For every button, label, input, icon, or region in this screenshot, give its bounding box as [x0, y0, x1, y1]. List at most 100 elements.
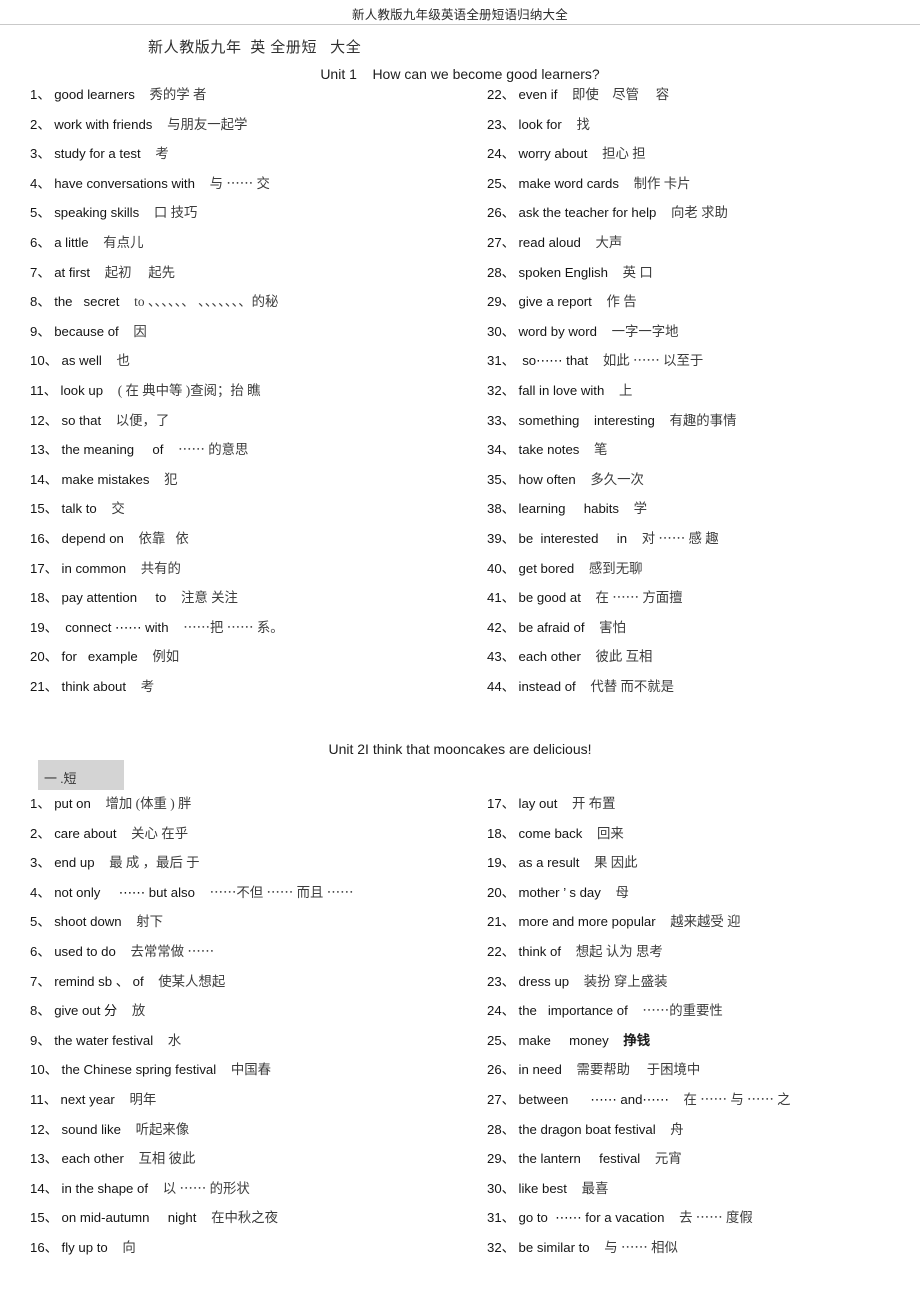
phrase-row: 7、 remind sb 、 of 使某人想起 — [30, 974, 470, 1005]
phrase-gloss: 听起来像 — [135, 1121, 190, 1137]
phrase-number: 11、 — [30, 382, 61, 398]
phrase-term: how often — [518, 471, 591, 487]
phrase-term: the importance of — [518, 1003, 643, 1019]
phrase-term: learning habits — [518, 501, 634, 517]
phrase-gloss: 代替 而不就是 — [590, 678, 675, 694]
phrase-row: 16、 depend on 依靠 依 — [30, 531, 470, 562]
phrase-gloss: 向 — [122, 1239, 136, 1255]
phrase-term: end up — [54, 855, 110, 871]
phrase-term: the dragon boat festival — [518, 1121, 671, 1137]
phrase-number: 23、 — [487, 116, 519, 132]
phrase-row: 32、 fall in love with 上 — [487, 384, 907, 414]
phrase-row: 17、 lay out 开 布置 — [487, 797, 907, 827]
phrase-number: 16、 — [30, 1239, 62, 1255]
phrase-row: 7、 at first 起初 起先 — [30, 264, 470, 296]
phrase-row: 3、 study for a test 考 — [30, 147, 470, 177]
phrase-number: 2、 — [30, 825, 55, 841]
phrase-term: the water festival — [54, 1032, 168, 1048]
unit2-left-column: 1、 put on 增加 (体重 ) 胖 2、 care about 关心 在乎 3… — [30, 797, 470, 1271]
phrase-gloss: 越来越受 迎 — [670, 914, 741, 930]
phrase-term: talk to — [61, 501, 112, 517]
phrase-number: 11、 — [30, 1091, 61, 1107]
phrase-gloss: 元宵 — [654, 1151, 682, 1167]
phrase-gloss: 去常常做 ⋯⋯ — [130, 943, 215, 959]
phrase-gloss: 例如 — [152, 649, 180, 665]
phrase-term: speaking skills — [54, 205, 154, 221]
phrase-number: 19、 — [487, 855, 519, 871]
phrase-gloss: 考 — [155, 146, 169, 162]
phrase-gloss: 有点儿 — [103, 234, 144, 250]
phrase-gloss: 想起 认为 思考 — [575, 943, 663, 959]
phrase-gloss: 射下 — [136, 914, 164, 930]
phrase-term: shoot down — [54, 914, 137, 930]
phrase-term: put on — [54, 796, 106, 811]
phrase-row: 20、 for example 例如 — [30, 650, 470, 680]
phrase-row: 9、 the water festival 水 — [30, 1032, 470, 1064]
phrase-row: 18、 pay attention to 注意 关注 — [30, 591, 470, 621]
phrase-number: 5、 — [30, 914, 55, 930]
phrase-row: 40、 get bored 感到无聊 — [487, 561, 907, 592]
phrase-number: 6、 — [30, 234, 55, 250]
phrase-term: look up — [60, 382, 118, 398]
phrase-term: lay out — [518, 796, 573, 811]
phrase-row: 10、 the Chinese spring festival 中国春 — [30, 1063, 470, 1093]
phrase-row: 14、 in the shape of 以 ⋯⋯ 的形状 — [30, 1181, 470, 1212]
phrase-row: 10、 as well 也 — [30, 354, 470, 384]
phrase-row: 28、 the dragon boat festival 舟 — [487, 1121, 907, 1153]
phrase-gloss: 大声 — [595, 234, 623, 250]
unit1-left-column: 1、 good learners 秀的学 者 2、 work with frien… — [30, 88, 470, 709]
phrase-term: not only ⋯⋯ but also — [54, 884, 210, 900]
phrase-number: 8、 — [30, 1003, 55, 1019]
phrase-gloss: 交 — [111, 501, 125, 517]
phrase-term: fall in love with — [518, 382, 619, 398]
phrase-term: the Chinese spring festival — [61, 1062, 231, 1078]
phrase-row: 13、 each other 互相 彼此 — [30, 1152, 470, 1182]
phrase-row: 26、 ask the teacher for help 向老 求助 — [487, 206, 907, 236]
phrase-gloss: 舟 — [670, 1121, 684, 1137]
phrase-row: 20、 mother ’ s day 母 — [487, 884, 907, 916]
phrase-gloss: 共有的 — [140, 560, 181, 576]
document-title: 新人教版九年 英 全册短 大全 — [148, 40, 362, 56]
phrase-row: 21、 think about 考 — [30, 679, 470, 710]
unit2-right-column: 17、 lay out 开 布置 18、 come back 回来 19、 as a… — [487, 797, 907, 1271]
phrase-number: 26、 — [487, 1062, 519, 1078]
section-label-box: 一 .短 — [38, 760, 124, 790]
phrase-term: at first — [54, 264, 105, 280]
phrase-term: the lantern festival — [518, 1151, 655, 1167]
phrase-number: 25、 — [487, 175, 519, 191]
phrase-term: mother ’ s day — [518, 884, 616, 900]
phrase-term: pay attention to — [61, 590, 182, 606]
phrase-row: 4、 not only ⋯⋯ but also ⋯⋯不但 ⋯⋯ 而且 ⋯⋯ — [30, 884, 470, 916]
phrase-term: come back — [518, 825, 597, 841]
phrase-gloss: 口 技巧 — [153, 205, 198, 221]
phrase-gloss: 回来 — [596, 825, 624, 841]
phrase-row: 13、 the meaning of ⋯⋯ 的意思 — [30, 443, 470, 473]
phrase-row: 24、 the importance of ⋯⋯的重要性 — [487, 1004, 907, 1034]
phrase-gloss: 作 告 — [606, 294, 637, 310]
phrase-number: 2、 — [30, 116, 55, 132]
phrase-row: 6、 a little 有点儿 — [30, 236, 470, 266]
phrase-number: 13、 — [30, 442, 62, 458]
phrase-number: 24、 — [487, 146, 519, 162]
phrase-gloss: 中国春 — [230, 1062, 272, 1078]
phrase-number: 29、 — [487, 1151, 519, 1167]
phrase-row: 8、 the secret to 、、、、、、 、、、、、、、的秘 — [30, 295, 470, 325]
phrase-term: each other — [61, 1151, 139, 1167]
phrase-gloss: 即使 尽管 容 — [572, 87, 670, 102]
phrase-number: 42、 — [487, 619, 519, 635]
phrase-number: 15、 — [30, 501, 62, 517]
phrase-number: 22、 — [487, 87, 519, 102]
phrase-number: 34、 — [487, 442, 519, 458]
phrase-row: 39、 be interested in 对 ⋯⋯ 感 趣 — [487, 531, 907, 562]
phrase-row: 1、 good learners 秀的学 者 — [30, 88, 470, 118]
phrase-row: 43、 each other 彼此 互相 — [487, 650, 907, 680]
phrase-term: because of — [54, 323, 134, 339]
phrase-gloss: to 、、、、、、 、、、、、、、的秘 — [134, 294, 279, 310]
phrase-number: 22、 — [487, 943, 519, 959]
phrase-term: read aloud — [518, 234, 596, 250]
phrase-term: make money — [518, 1032, 624, 1048]
phrase-term: have conversations with — [54, 175, 210, 191]
phrase-gloss: 在 ⋯⋯ 与 ⋯⋯ 之 — [683, 1091, 791, 1107]
phrase-number: 18、 — [487, 825, 519, 841]
phrase-term: go to ⋯⋯ for a vacation — [518, 1210, 680, 1226]
